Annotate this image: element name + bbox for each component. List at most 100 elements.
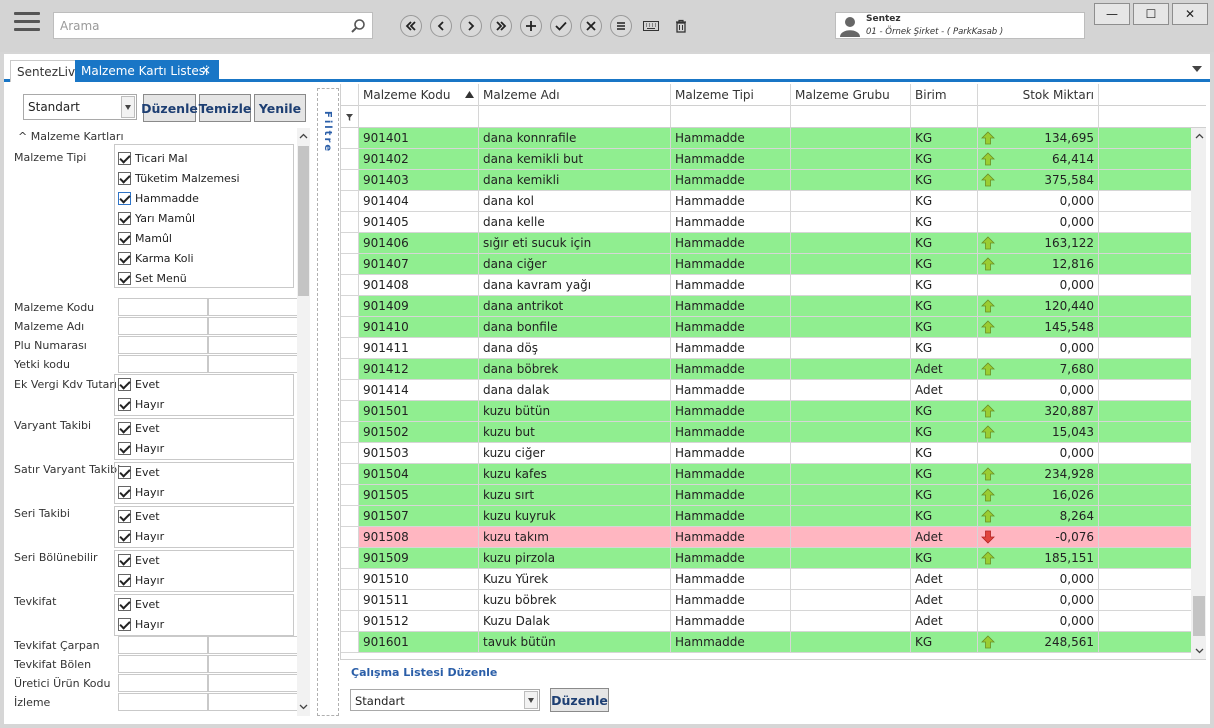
cell-material-group[interactable] bbox=[791, 254, 911, 275]
cell-unit[interactable]: KG bbox=[911, 632, 978, 653]
table-row[interactable]: 901512 Kuzu Dalak Hammadde Adet 0,000 bbox=[341, 611, 1191, 632]
cell-material-name[interactable]: kuzu ciğer bbox=[479, 443, 671, 464]
cell-material-group[interactable] bbox=[791, 338, 911, 359]
monitoring-to-input[interactable] bbox=[208, 693, 298, 711]
filter-edit-button[interactable]: Düzenle bbox=[141, 94, 198, 122]
cell-material-name[interactable]: dana döş bbox=[479, 338, 671, 359]
cell-material-name[interactable]: dana kemikli bbox=[479, 170, 671, 191]
cell-material-type[interactable]: Hammadde bbox=[671, 506, 791, 527]
table-row[interactable]: 901412 dana böbrek Hammadde Adet 7,680 bbox=[341, 359, 1191, 380]
table-row[interactable]: 901409 dana antrikot Hammadde KG 120,440 bbox=[341, 296, 1191, 317]
cell-stock-quantity[interactable]: 120,440 bbox=[978, 296, 1099, 317]
table-row[interactable]: 901504 kuzu kafes Hammadde KG 234,928 bbox=[341, 464, 1191, 485]
cell-material-code[interactable]: 901412 bbox=[359, 359, 479, 380]
row-indicator[interactable] bbox=[341, 359, 359, 380]
cell-material-group[interactable] bbox=[791, 170, 911, 191]
checkbox-icon[interactable] bbox=[118, 574, 131, 587]
cell-unit[interactable]: Adet bbox=[911, 359, 978, 380]
cell-material-code[interactable]: 901505 bbox=[359, 485, 479, 506]
checkbox-divisible-yes[interactable]: Evet bbox=[118, 554, 160, 567]
row-indicator[interactable] bbox=[341, 506, 359, 527]
cell-material-code[interactable]: 901510 bbox=[359, 569, 479, 590]
cell-material-code[interactable]: 901411 bbox=[359, 338, 479, 359]
row-indicator[interactable] bbox=[341, 128, 359, 149]
cell-material-name[interactable]: Kuzu Dalak bbox=[479, 611, 671, 632]
cell-material-type[interactable]: Hammadde bbox=[671, 212, 791, 233]
cell-unit[interactable]: Adet bbox=[911, 569, 978, 590]
cell-material-type[interactable]: Hammadde bbox=[671, 401, 791, 422]
table-row[interactable]: 901511 kuzu böbrek Hammadde Adet 0,000 bbox=[341, 590, 1191, 611]
checkbox-icon[interactable] bbox=[118, 378, 131, 391]
table-row[interactable]: 901509 kuzu pirzola Hammadde KG 185,151 bbox=[341, 548, 1191, 569]
row-indicator[interactable] bbox=[341, 464, 359, 485]
cell-material-type[interactable]: Hammadde bbox=[671, 254, 791, 275]
cell-material-type[interactable]: Hammadde bbox=[671, 233, 791, 254]
checkbox-hammadde[interactable]: Hammadde bbox=[118, 192, 199, 205]
cell-material-type[interactable]: Hammadde bbox=[671, 590, 791, 611]
filter-scrollbar-thumb[interactable] bbox=[298, 146, 309, 296]
cell-material-type[interactable]: Hammadde bbox=[671, 632, 791, 653]
checkbox-icon[interactable] bbox=[118, 192, 131, 205]
cell-material-name[interactable]: kuzu kafes bbox=[479, 464, 671, 485]
checkbox-icon[interactable] bbox=[118, 212, 131, 225]
table-row[interactable]: 901502 kuzu but Hammadde KG 15,043 bbox=[341, 422, 1191, 443]
cell-material-group[interactable] bbox=[791, 611, 911, 632]
table-row[interactable]: 901508 kuzu takım Hammadde Adet -0,076 bbox=[341, 527, 1191, 548]
cell-material-name[interactable]: sığır eti sucuk için bbox=[479, 233, 671, 254]
row-indicator[interactable] bbox=[341, 170, 359, 191]
table-row[interactable]: 901414 dana dalak Hammadde Adet 0,000 bbox=[341, 380, 1191, 401]
tab-menu-dropdown-icon[interactable] bbox=[1192, 66, 1202, 72]
cell-material-code[interactable]: 901509 bbox=[359, 548, 479, 569]
table-row[interactable]: 901501 kuzu bütün Hammadde KG 320,887 bbox=[341, 401, 1191, 422]
table-row[interactable]: 901404 dana kol Hammadde KG 0,000 bbox=[341, 191, 1191, 212]
cell-material-name[interactable]: dana konnrafile bbox=[479, 128, 671, 149]
cell-material-code[interactable]: 901409 bbox=[359, 296, 479, 317]
cell-unit[interactable]: KG bbox=[911, 464, 978, 485]
cell-unit[interactable]: KG bbox=[911, 170, 978, 191]
auth-code-from-input[interactable] bbox=[118, 355, 208, 373]
cell-stock-quantity[interactable]: 15,043 bbox=[978, 422, 1099, 443]
cell-unit[interactable]: Adet bbox=[911, 590, 978, 611]
cell-material-code[interactable]: 901407 bbox=[359, 254, 479, 275]
table-row[interactable]: 901503 kuzu ciğer Hammadde KG 0,000 bbox=[341, 443, 1191, 464]
table-row[interactable]: 901507 kuzu kuyruk Hammadde KG 8,264 bbox=[341, 506, 1191, 527]
cell-material-type[interactable]: Hammadde bbox=[671, 296, 791, 317]
tevkifat-divisor-to-input[interactable] bbox=[208, 655, 298, 673]
cell-unit[interactable]: KG bbox=[911, 128, 978, 149]
cell-unit[interactable]: KG bbox=[911, 149, 978, 170]
column-header-unit[interactable]: Birim bbox=[911, 84, 978, 106]
cell-material-group[interactable] bbox=[791, 548, 911, 569]
row-indicator[interactable] bbox=[341, 191, 359, 212]
scroll-down-icon[interactable] bbox=[299, 702, 308, 711]
checkbox-icon[interactable] bbox=[118, 152, 131, 165]
user-info[interactable]: Sentez 01 - Örnek Şirket - ( ParkKasab ) bbox=[835, 12, 1085, 39]
row-indicator[interactable] bbox=[341, 212, 359, 233]
cell-stock-quantity[interactable]: 0,000 bbox=[978, 611, 1099, 632]
row-indicator[interactable] bbox=[341, 401, 359, 422]
table-row[interactable]: 901505 kuzu sırt Hammadde KG 16,026 bbox=[341, 485, 1191, 506]
cell-material-group[interactable] bbox=[791, 191, 911, 212]
tab-malzeme-karti-listesi[interactable]: Malzeme Kartı Listesi × bbox=[75, 60, 219, 82]
row-indicator[interactable] bbox=[341, 527, 359, 548]
filter-row-icon-cell[interactable] bbox=[341, 106, 359, 127]
cell-stock-quantity[interactable]: 0,000 bbox=[978, 275, 1099, 296]
cell-stock-quantity[interactable]: 375,584 bbox=[978, 170, 1099, 191]
keyboard-button[interactable] bbox=[640, 15, 662, 37]
cell-material-code[interactable]: 901408 bbox=[359, 275, 479, 296]
cell-unit[interactable]: KG bbox=[911, 296, 978, 317]
cell-material-code[interactable]: 901601 bbox=[359, 632, 479, 653]
column-header-material-group[interactable]: Malzeme Grubu bbox=[791, 84, 911, 106]
row-indicator[interactable] bbox=[341, 275, 359, 296]
monitoring-from-input[interactable] bbox=[118, 693, 208, 711]
checkbox-icon[interactable] bbox=[118, 510, 131, 523]
cell-material-type[interactable]: Hammadde bbox=[671, 359, 791, 380]
scroll-down-icon[interactable] bbox=[1195, 646, 1204, 655]
checkbox-icon[interactable] bbox=[118, 530, 131, 543]
checkbox-serial-no[interactable]: Hayır bbox=[118, 530, 164, 543]
row-indicator[interactable] bbox=[341, 296, 359, 317]
checkbox-tuketim-malzemesi[interactable]: Tüketim Malzemesi bbox=[118, 172, 240, 185]
table-row[interactable]: 901510 Kuzu Yürek Hammadde Adet 0,000 bbox=[341, 569, 1191, 590]
cell-unit[interactable]: KG bbox=[911, 233, 978, 254]
cell-material-code[interactable]: 901504 bbox=[359, 464, 479, 485]
search-box[interactable] bbox=[53, 12, 373, 39]
